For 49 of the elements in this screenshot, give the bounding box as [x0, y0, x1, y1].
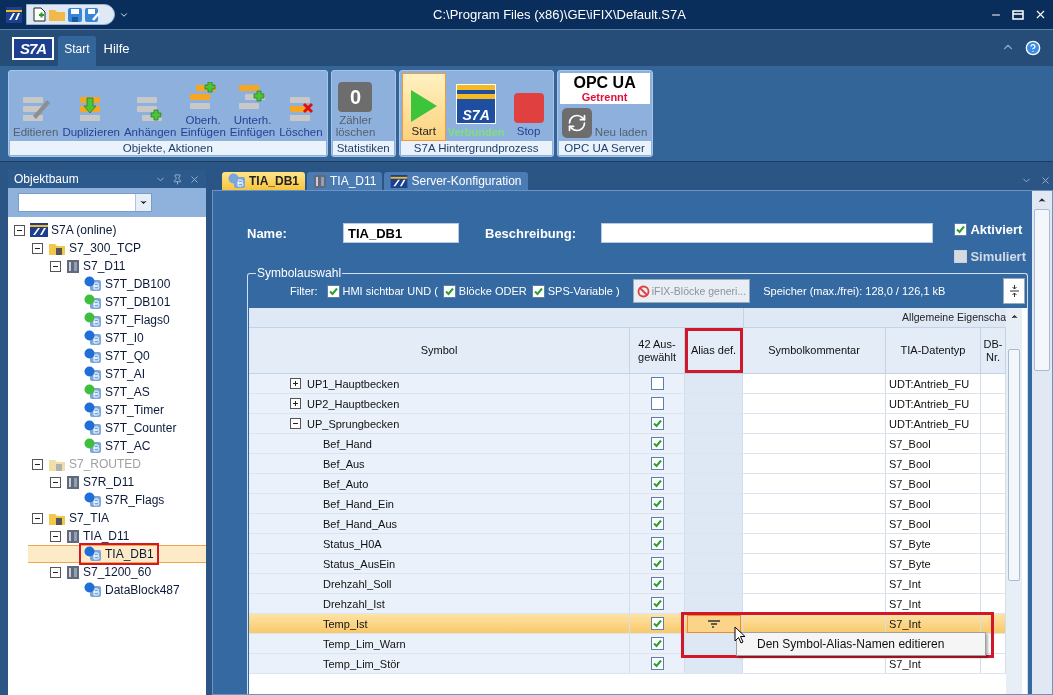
opc-status: Getrennt [581, 91, 628, 103]
filter-label: Filter: [290, 285, 318, 297]
panel-title: Objektbaum [14, 172, 80, 186]
table-cell: S7_Byte [886, 534, 981, 553]
table-cell: Temp_Lim_Stör [323, 657, 401, 670]
table-cell: Drehzahl_Ist [323, 597, 385, 610]
option-label: Aktiviert [970, 222, 1023, 237]
option-label: Simuliert [970, 249, 1026, 264]
table-cell: Bef_Aus [323, 457, 365, 470]
counter-display: 0 [338, 82, 373, 112]
ribbon-group-label: Objekte, Aktionen [10, 141, 326, 155]
table-cell: Bef_Hand_Ein [323, 497, 394, 510]
group-title: Symbolauswahl [256, 266, 343, 280]
app-logo: S7A [12, 37, 55, 60]
table-cell: S7_Bool [886, 514, 981, 533]
ribbon-group-label: Statistiken [332, 141, 394, 155]
table-cell: UDT:Antrieb_FU [886, 394, 981, 413]
opc-ua-logo: OPC UA [573, 74, 636, 91]
window-title: C:\Program Files (x86)\GE\iFIX\Default.S7A [432, 7, 687, 22]
table-cell: S7_Byte [886, 554, 981, 573]
table-cell: Temp_Ist [323, 617, 368, 630]
table-cell: S7_Int [886, 574, 981, 593]
table-cell: S7_Bool [886, 494, 981, 513]
table-cell: Status_AusEin [323, 557, 396, 570]
ribbon-group-label: S7A Hintergrundprozess [400, 141, 552, 155]
memory-info: Speicher (max./frei): 128,0 / 126,1 kB [763, 285, 946, 297]
table-cell: UP2_Hauptbecken [307, 397, 400, 410]
filter-option: SPS-Variable ) [547, 285, 620, 297]
table-cell: Bef_Auto [323, 477, 369, 490]
table-cell: UP1_Hauptbecken [307, 377, 400, 390]
table-cell: UP_Sprungbecken [307, 417, 400, 430]
table-cell: Bef_Hand_Aus [323, 517, 397, 530]
column-group-header: Allgemeine Eigenscha [901, 310, 1006, 325]
filter-option: HMI sichtbar UND ( [342, 285, 438, 297]
description-label: Beschreibung: [485, 225, 577, 241]
ribbon-group-label: OPC UA Server [558, 141, 651, 155]
table-cell: UDT:Antrieb_FU [886, 374, 981, 393]
table-cell: S7_Bool [886, 454, 981, 473]
table-cell: S7_Bool [886, 474, 981, 493]
s7a-logo: S7A [456, 84, 497, 124]
table-cell: Temp_Lim_Warn [323, 637, 406, 650]
table-cell: S7_Bool [886, 434, 981, 453]
name-label: Name: [247, 225, 288, 241]
table-cell: Bef_Hand [323, 437, 372, 450]
filter-option: Blöcke ODER [458, 285, 527, 297]
table-cell: Drehzahl_Soll [323, 577, 392, 590]
table-cell: UDT:Antrieb_FU [886, 414, 981, 433]
connection-status: Verbunden [447, 126, 505, 138]
table-cell: Status_H0A [323, 537, 382, 550]
